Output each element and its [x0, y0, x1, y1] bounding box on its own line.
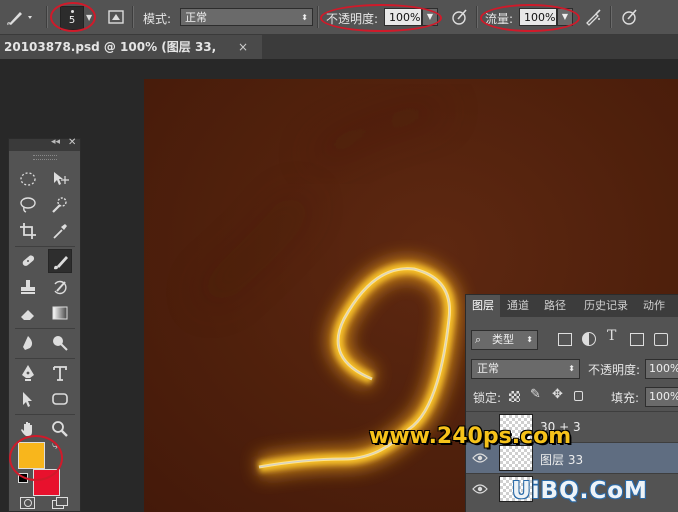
blend-mode-select[interactable]: 正常 ⬍ [471, 359, 580, 379]
options-bar: 5 ▼ 模式: 正常 ⬍ 不透明度: 100% ▼ 流量: 100% ▼ [0, 0, 678, 35]
separator [15, 414, 75, 415]
layer-name: 图层 33 [540, 453, 584, 467]
tools-panel: ◂◂ ✕ ⤷ [8, 137, 81, 512]
tab-paths[interactable]: 路径 [539, 295, 571, 317]
move-icon[interactable] [48, 167, 72, 191]
document-tab[interactable]: 20103878.psd @ 100% (图层 33, RGB/8#) * [0, 35, 262, 78]
gradient-icon[interactable] [48, 301, 72, 325]
crop-icon[interactable] [16, 219, 40, 243]
pixel-filter-icon[interactable] [558, 333, 572, 346]
lock-pixels-icon[interactable]: ✎ [530, 387, 541, 402]
type-filter-icon[interactable]: T [607, 328, 616, 344]
separator [317, 6, 319, 28]
shape-filter-icon[interactable] [630, 333, 644, 346]
tab-layers[interactable]: 图层 [466, 295, 500, 317]
adjustment-filter-icon[interactable] [582, 332, 596, 346]
tab-actions[interactable]: 动作 [638, 295, 670, 317]
brush-icon[interactable] [48, 249, 72, 273]
lock-transparency-icon[interactable] [509, 391, 520, 402]
airbrush-icon[interactable] [584, 7, 604, 27]
highlight-circle [480, 4, 580, 32]
mode-label: 模式: [143, 12, 172, 26]
document-tab-bar: 20103878.psd @ 100% (图层 33, RGB/8#) * × [0, 35, 678, 78]
separator [46, 6, 48, 28]
site-watermark: www.240ps.com [369, 424, 572, 449]
separator [15, 328, 75, 329]
filter-kind-value: 类型 [492, 333, 514, 346]
mode-select[interactable]: 正常 ⬍ [180, 8, 313, 26]
type-icon[interactable] [48, 361, 72, 385]
pressure-size-icon[interactable] [620, 7, 640, 27]
collapse-icon[interactable]: ◂◂ [51, 137, 60, 147]
smart-object-filter-icon[interactable] [654, 333, 668, 346]
path-select-icon[interactable] [16, 387, 40, 411]
eyedropper-icon[interactable] [48, 219, 72, 243]
stamp-icon[interactable] [16, 275, 40, 299]
brand-watermark: UiBQ.CoM [512, 478, 648, 504]
screen-mode-icon[interactable] [52, 497, 68, 509]
mode-value: 正常 [185, 11, 207, 24]
eye-icon[interactable] [472, 483, 488, 495]
separator [15, 246, 75, 247]
quick-select-icon[interactable] [48, 193, 72, 217]
highlight-circle [9, 435, 63, 481]
updown-icon: ⬍ [526, 335, 533, 344]
highlight-circle [50, 2, 96, 32]
close-icon[interactable]: ✕ [68, 137, 76, 148]
lock-label: 锁定: [473, 391, 502, 405]
tab-history[interactable]: 历史记录 [578, 295, 634, 317]
updown-icon: ⬍ [301, 13, 308, 22]
separator [610, 6, 612, 28]
blur-icon[interactable] [16, 331, 40, 355]
close-tab-icon[interactable]: × [238, 35, 248, 59]
brush-panel-toggle-icon[interactable] [106, 7, 126, 27]
search-icon: ⌕ [475, 333, 482, 346]
brush-tool-preset-icon[interactable] [6, 7, 32, 27]
eye-icon[interactable] [472, 452, 488, 464]
zoom-icon[interactable] [48, 417, 72, 441]
lasso-icon[interactable] [16, 193, 40, 217]
marquee-icon[interactable] [16, 167, 40, 191]
updown-icon: ⬍ [568, 364, 575, 373]
fill-input[interactable]: 100% [645, 387, 678, 407]
separator [476, 6, 478, 28]
quick-mask-icon[interactable] [20, 497, 35, 509]
eraser-icon[interactable] [16, 301, 40, 325]
highlight-circle [320, 4, 442, 32]
healing-icon[interactable] [16, 249, 40, 273]
pen-icon[interactable] [16, 361, 40, 385]
lock-position-icon[interactable]: ✥ [552, 387, 563, 402]
separator [15, 358, 75, 359]
layer-opacity-input[interactable]: 100% [645, 359, 678, 379]
layers-panel-tabs: 图层 通道 路径 历史记录 动作 [466, 295, 678, 317]
layer-filter-select[interactable]: ⌕ 类型 ⬍ [471, 330, 538, 350]
tools-panel-header[interactable]: ◂◂ ✕ [9, 137, 80, 151]
tab-channels[interactable]: 通道 [502, 295, 534, 317]
fill-label: 填充: [611, 391, 640, 405]
layer-opacity-label: 不透明度: [588, 363, 641, 377]
dodge-icon[interactable] [48, 331, 72, 355]
grip-handle[interactable] [33, 155, 57, 160]
blend-mode-value: 正常 [477, 362, 499, 375]
shape-icon[interactable] [48, 387, 72, 411]
pressure-opacity-icon[interactable] [450, 7, 470, 27]
separator [132, 6, 134, 28]
history-brush-icon[interactable] [48, 275, 72, 299]
lock-all-icon[interactable] [574, 391, 583, 401]
